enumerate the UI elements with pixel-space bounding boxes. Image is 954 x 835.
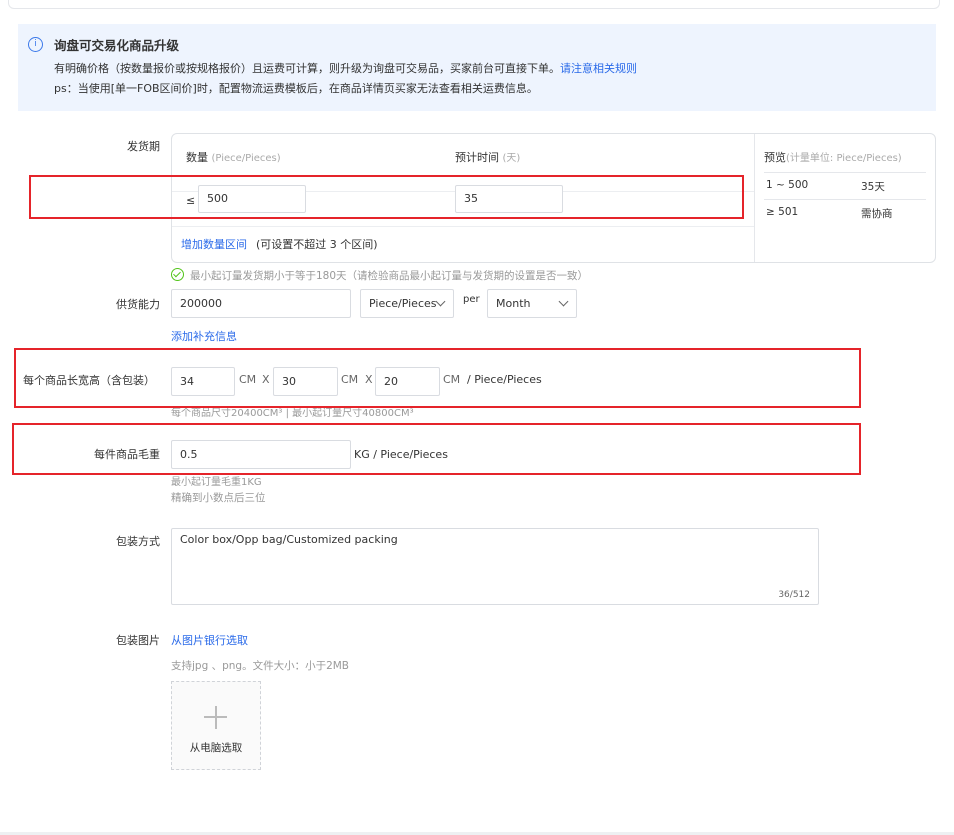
supply-label: 供货能力 xyxy=(116,298,160,311)
form-panel: i 询盘可交易化商品升级 有明确价格（按数量报价或按规格报价）且运费可计算，则升… xyxy=(0,0,954,835)
delivery-label: 发货期 xyxy=(127,140,160,153)
add-range-link[interactable]: 增加数量区间 xyxy=(181,236,247,252)
delivery-check-msg: 最小起订量发货期小于等于180天（请检验商品最小起订量与发货期的设置是否一致） xyxy=(190,270,589,282)
qty-header: 数量 (Piece/Pieces) xyxy=(186,151,281,164)
packing-char-counter: 36/512 xyxy=(778,590,810,600)
supply-quantity-input[interactable]: 200000 xyxy=(171,289,351,318)
preview-sep xyxy=(764,172,926,173)
chevron-down-icon xyxy=(558,296,569,307)
top-card-edge xyxy=(8,0,940,9)
supply-period-select[interactable]: Month xyxy=(487,289,577,318)
preview-row-2-range: ≥ 501 xyxy=(766,206,799,218)
highlight-weight-row xyxy=(12,423,861,475)
packing-textarea[interactable]: Color box/Opp bag/Customized packing 36/… xyxy=(171,528,819,605)
time-header: 预计时间 (天) xyxy=(455,151,521,164)
add-range-hint: (可设置不超过 3 个区间) xyxy=(256,238,378,251)
preview-row-2-time: 需协商 xyxy=(861,208,893,220)
highlight-dimensions-row xyxy=(14,348,861,408)
packing-image-label: 包装图片 xyxy=(116,634,160,647)
supply-unit-select[interactable]: Piece/Pieces xyxy=(360,289,454,318)
packing-text: Color box/Opp bag/Customized packing xyxy=(180,533,398,546)
per-label: per xyxy=(463,294,480,305)
check-circle-icon xyxy=(171,268,184,281)
preview-sep-2 xyxy=(764,199,926,200)
upload-label: 从电脑选取 xyxy=(189,742,243,754)
add-supplement-link[interactable]: 添加补充信息 xyxy=(171,328,237,344)
preview-row-1-range: 1 ~ 500 xyxy=(766,179,809,191)
upload-from-computer-button[interactable]: 从电脑选取 xyxy=(171,681,261,770)
rules-link[interactable]: 请注意相关规则 xyxy=(560,62,637,75)
highlight-delivery-row xyxy=(29,175,744,219)
notice-line-1: 有明确价格（按数量报价或按规格报价）且运费可计算，则升级为询盘可交易品，买家前台… xyxy=(54,62,637,75)
weight-hint-moq: 最小起订量毛重1KG xyxy=(171,477,262,488)
preview-header: 预览(计量单位: Piece/Pieces) xyxy=(764,151,902,164)
delivery-row-sep-2 xyxy=(172,226,754,227)
info-icon: i xyxy=(28,37,43,52)
weight-hint-precision: 精确到小数点后三位 xyxy=(171,492,266,504)
chevron-down-icon xyxy=(435,296,446,307)
notice-line-2: ps：当使用[单一FOB区间价]时，配置物流运费模板后，在商品详情页买家无法查看… xyxy=(54,82,538,95)
preview-row-1-time: 35天 xyxy=(861,181,885,193)
delivery-divider xyxy=(754,134,755,262)
packing-label: 包装方式 xyxy=(116,535,160,548)
upgrade-notice: i 询盘可交易化商品升级 有明确价格（按数量报价或按规格报价）且运费可计算，则升… xyxy=(18,24,936,111)
image-upload-hint: 支持jpg 、png。文件大小：小于2MB xyxy=(171,660,350,672)
image-bank-link[interactable]: 从图片银行选取 xyxy=(171,632,248,648)
notice-title: 询盘可交易化商品升级 xyxy=(54,38,180,53)
